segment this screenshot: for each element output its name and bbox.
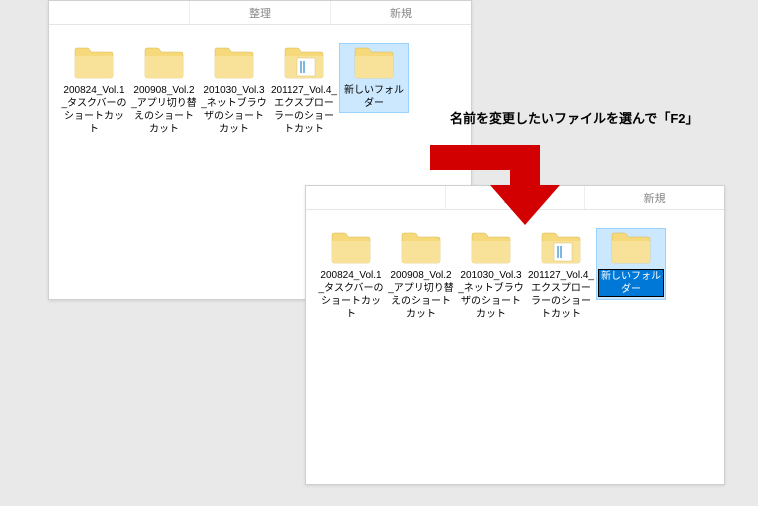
file-item[interactable]: 200824_Vol.1_タスクバーのショートカット bbox=[59, 43, 129, 139]
folder-icon bbox=[330, 231, 372, 265]
file-label: 201030_Vol.3_ネットブラウザのショートカット bbox=[458, 269, 524, 321]
explorer-window-after: 整理 新規 200824_Vol.1_タスクバーのショートカット 200908_… bbox=[305, 185, 725, 485]
file-item[interactable]: 201127_Vol.4_エクスプローラーのショートカット bbox=[269, 43, 339, 139]
folder-icon bbox=[400, 231, 442, 265]
file-label: 200908_Vol.2_アプリ切り替えのショートカット bbox=[388, 269, 454, 321]
file-label: 201127_Vol.4_エクスプローラーのショートカット bbox=[528, 269, 594, 321]
folder-icon bbox=[540, 231, 582, 265]
file-label: 201030_Vol.3_ネットブラウザのショートカット bbox=[201, 84, 267, 136]
file-label: 200824_Vol.1_タスクバーのショートカット bbox=[61, 84, 127, 136]
file-item[interactable]: 201127_Vol.4_エクスプローラーのショートカット bbox=[526, 228, 596, 324]
annotation-text: 名前を変更したいファイルを選んで「F2」 bbox=[450, 108, 699, 127]
file-item[interactable]: 新しいフォルダー bbox=[596, 228, 666, 300]
folder-icon bbox=[213, 46, 255, 80]
toolbar-organize[interactable]: 整理 bbox=[190, 1, 331, 24]
toolbar-left bbox=[49, 1, 190, 24]
file-item[interactable]: 新しいフォルダー bbox=[339, 43, 409, 113]
file-item[interactable]: 201030_Vol.3_ネットブラウザのショートカット bbox=[456, 228, 526, 324]
file-label: 200908_Vol.2_アプリ切り替えのショートカット bbox=[131, 84, 197, 136]
file-item[interactable]: 200908_Vol.2_アプリ切り替えのショートカット bbox=[386, 228, 456, 324]
folder-icon bbox=[73, 46, 115, 80]
file-item[interactable]: 200908_Vol.2_アプリ切り替えのショートカット bbox=[129, 43, 199, 139]
file-label: 新しいフォルダー bbox=[341, 84, 407, 110]
folder-icon bbox=[143, 46, 185, 80]
file-label-editing[interactable]: 新しいフォルダー bbox=[598, 269, 664, 297]
folder-icon bbox=[470, 231, 512, 265]
file-label: 201127_Vol.4_エクスプローラーのショートカット bbox=[271, 84, 337, 136]
file-label: 200824_Vol.1_タスクバーのショートカット bbox=[318, 269, 384, 321]
folder-icon bbox=[353, 46, 395, 80]
file-item[interactable]: 200824_Vol.1_タスクバーのショートカット bbox=[316, 228, 386, 324]
file-item[interactable]: 201030_Vol.3_ネットブラウザのショートカット bbox=[199, 43, 269, 139]
arrow-icon bbox=[420, 130, 580, 230]
folder-icon bbox=[610, 231, 652, 265]
folder-icon bbox=[283, 46, 325, 80]
file-area[interactable]: 200824_Vol.1_タスクバーのショートカット 200908_Vol.2_… bbox=[49, 25, 471, 157]
toolbar-new[interactable]: 新規 bbox=[585, 186, 724, 209]
toolbar-new[interactable]: 新規 bbox=[331, 1, 471, 24]
toolbar: 整理 新規 bbox=[49, 1, 471, 25]
